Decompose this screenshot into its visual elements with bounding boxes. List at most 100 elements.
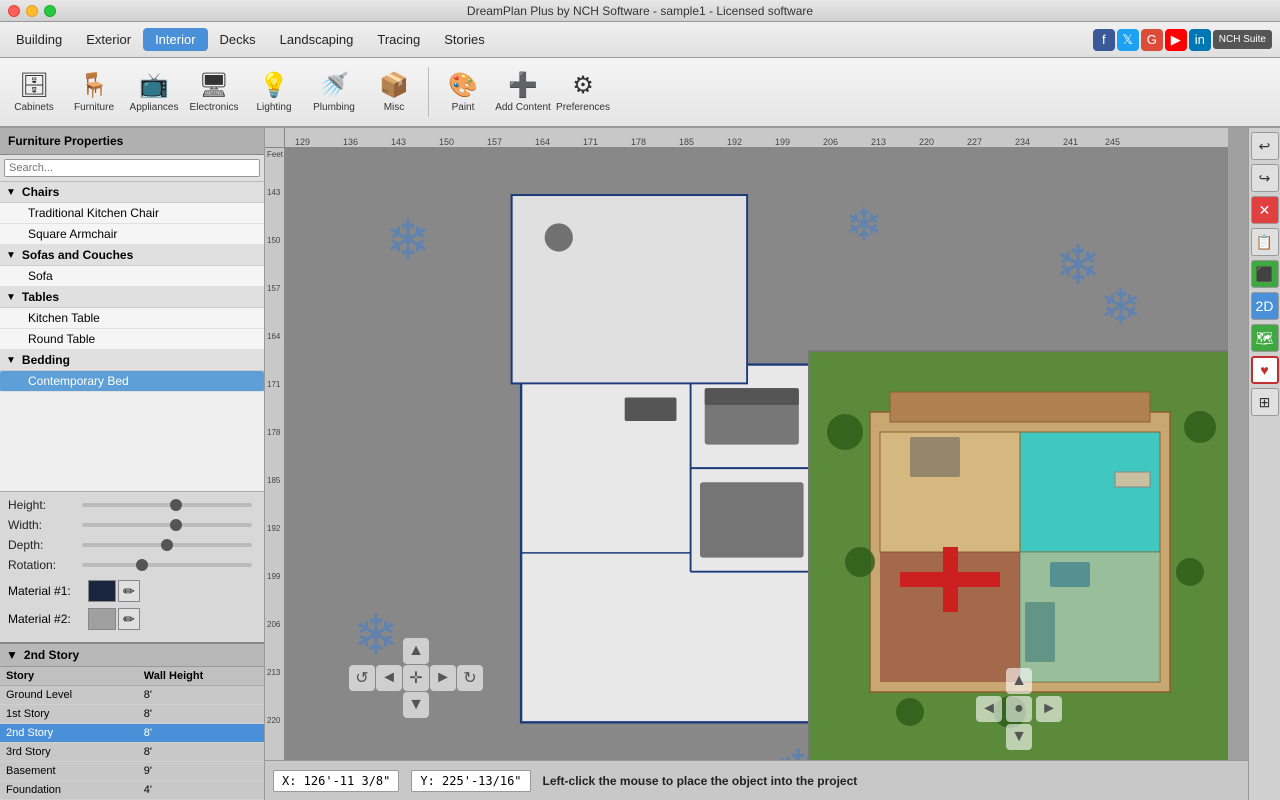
appliances-tool[interactable]: 📺 Appliances [124,61,184,123]
redo-button[interactable]: ↪ [1251,164,1279,192]
status-message: Left-click the mouse to place the object… [543,774,858,788]
item-traditional-kitchen-chair[interactable]: Traditional Kitchen Chair [0,203,264,224]
category-chairs-label: Chairs [22,185,59,199]
menu-stories[interactable]: Stories [432,28,496,51]
item-square-armchair[interactable]: Square Armchair [0,224,264,245]
menu-tracing[interactable]: Tracing [365,28,432,51]
3d-view-button[interactable]: ⬛ [1251,260,1279,288]
category-sofas[interactable]: ▼ Sofas and Couches [0,245,264,266]
minimap-nav-down[interactable]: ▼ [1006,724,1032,750]
map-button[interactable]: 🗺 [1251,324,1279,352]
minimap-nav-right[interactable]: ► [1036,696,1062,722]
minimap-nav-left[interactable]: ◄ [976,696,1002,722]
col-story: Story [0,667,138,686]
traffic-lights [8,5,56,17]
story-2nd-height: 8' [138,724,264,743]
status-message-bold: Left-click [543,774,596,788]
story-ground-level[interactable]: Ground Level 8' [0,686,264,705]
story-foundation[interactable]: Foundation 4' [0,781,264,800]
floor-canvas[interactable]: ❄ ❄ ❄ ❄ ❄ ❄ ❄ ❄ [285,148,1228,760]
copy-button[interactable]: 📋 [1251,228,1279,256]
close-button[interactable]: ✕ [1251,196,1279,224]
undo-button[interactable]: ↩ [1251,132,1279,160]
depth-slider[interactable] [82,543,252,547]
nav-rotate-left-button[interactable]: ↺ [349,665,375,691]
minimap-nav-up[interactable]: ▲ [1006,668,1032,694]
height-slider[interactable] [82,503,252,507]
linkedin-icon[interactable]: in [1189,29,1211,51]
nav-rotate-right-button[interactable]: ↻ [457,665,483,691]
story-section-header[interactable]: ▼ 2nd Story [0,644,264,667]
material2-label: Material #2: [8,612,88,626]
depth-thumb[interactable] [161,539,173,551]
item-round-table[interactable]: Round Table [0,329,264,350]
material1-swatch[interactable] [88,580,116,602]
height-thumb[interactable] [170,499,182,511]
misc-tool[interactable]: 📦 Misc [364,61,424,123]
category-bedding[interactable]: ▼ Bedding [0,350,264,371]
width-slider[interactable] [82,523,252,527]
paint-tool[interactable]: 🎨 Paint [433,61,493,123]
menu-decks[interactable]: Decks [208,28,268,51]
preferences-tool[interactable]: ⚙ Preferences [553,61,613,123]
minimize-window-button[interactable] [26,5,38,17]
main-area: Furniture Properties ▼ Chairs Traditiona… [0,128,1280,800]
item-contemporary-bed[interactable]: Contemporary Bed [0,371,264,392]
rotation-slider[interactable] [82,563,252,567]
electronics-tool[interactable]: 🖥 Electronics [184,61,244,123]
close-window-button[interactable] [8,5,20,17]
width-thumb[interactable] [170,519,182,531]
minimap-nav-center[interactable]: ● [1006,696,1032,722]
nav-up-button[interactable]: ▲ [403,638,429,664]
menu-interior[interactable]: Interior [143,28,207,51]
nav-center-button[interactable]: ✛ [403,665,429,691]
nav-pan-left-button[interactable]: ◄ [376,665,402,691]
material2-picker-icon[interactable]: ✏ [118,608,140,630]
window-title: DreamPlan Plus by NCH Software - sample1… [467,4,813,18]
arrow-tables-icon: ▼ [6,292,16,303]
menu-landscaping[interactable]: Landscaping [268,28,366,51]
story-3rd[interactable]: 3rd Story 8' [0,743,264,762]
left-panel: Furniture Properties ▼ Chairs Traditiona… [0,128,265,800]
nav-down-button[interactable]: ▼ [403,692,429,718]
story-basement[interactable]: Basement 9' [0,762,264,781]
item-sofa[interactable]: Sofa [0,266,264,287]
misc-label: Misc [384,102,405,113]
facebook-icon[interactable]: f [1093,29,1115,51]
category-tables[interactable]: ▼ Tables [0,287,264,308]
youtube-icon[interactable]: ▶ [1165,29,1187,51]
googleplus-icon[interactable]: G [1141,29,1163,51]
ruler-mark-164: 164 [535,137,550,147]
maximize-window-button[interactable] [44,5,56,17]
ruler-corner [265,128,285,148]
story-1st[interactable]: 1st Story 8' [0,705,264,724]
furniture-search-input[interactable] [4,159,260,177]
material2-swatch[interactable] [88,608,116,630]
favorite-button[interactable]: ♥ [1251,356,1279,384]
canvas-area[interactable]: 129 136 143 150 157 164 171 178 185 192 … [265,128,1248,800]
material1-label: Material #1: [8,584,88,598]
plumbing-tool[interactable]: 🚿 Plumbing [304,61,364,123]
grid-button[interactable]: ⊞ [1251,388,1279,416]
cabinets-tool[interactable]: 🗄 Cabinets [4,61,64,123]
nav-pan-right-button[interactable]: ► [430,665,456,691]
story-2nd-name: 2nd Story [0,724,138,743]
furniture-label: Furniture [74,102,114,113]
ruler-mark-143: 143 [391,137,406,147]
social-bar: f 𝕏 G ▶ in NCH Suite [1093,29,1276,51]
ruler-mark-227: 227 [967,137,982,147]
menu-exterior[interactable]: Exterior [74,28,143,51]
item-kitchen-table[interactable]: Kitchen Table [0,308,264,329]
furniture-tool[interactable]: 🪑 Furniture [64,61,124,123]
twitter-icon[interactable]: 𝕏 [1117,29,1139,51]
menu-building[interactable]: Building [4,28,74,51]
lighting-tool[interactable]: 💡 Lighting [244,61,304,123]
rotation-thumb[interactable] [136,559,148,571]
material1-picker-icon[interactable]: ✏ [118,580,140,602]
2d-view-button[interactable]: 2D [1251,292,1279,320]
category-chairs[interactable]: ▼ Chairs [0,182,264,203]
nch-suite-button[interactable]: NCH Suite [1213,30,1272,49]
story-2nd[interactable]: 2nd Story 8' [0,724,264,743]
ruler-mark-241: 241 [1063,137,1078,147]
add-content-tool[interactable]: ➕ Add Content [493,61,553,123]
